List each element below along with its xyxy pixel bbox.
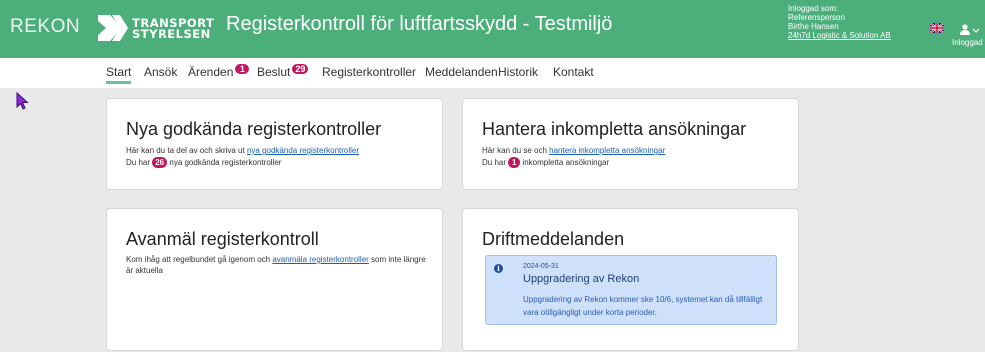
- nav-beslut-label: Beslut: [257, 65, 291, 79]
- app-title: Registerkontroll för luftfartsskydd - Te…: [226, 13, 613, 35]
- brand-name[interactable]: REKON: [10, 16, 80, 38]
- nav-historik[interactable]: Historik: [498, 65, 538, 79]
- user-role: Referensperson: [788, 13, 845, 22]
- incomplete-line2-pre: Du har: [482, 158, 509, 167]
- card-approved-title: Nya godkända registerkontroller: [126, 119, 382, 139]
- nav-start[interactable]: Start: [106, 65, 132, 84]
- nav-meddelanden[interactable]: Meddelanden: [425, 65, 498, 79]
- transportstyrelsen-logo[interactable]: TRANSPORT STYRELSEN: [98, 11, 228, 47]
- card-operations-title: Driftmeddelanden: [482, 229, 625, 249]
- uk-flag-icon[interactable]: [930, 23, 944, 33]
- approved-checks-link[interactable]: nya godkända registerkontroller: [247, 146, 359, 155]
- notice-title: Uppgradering av Rekon: [523, 273, 640, 285]
- incomplete-line1-text: Här kan du se och: [482, 146, 550, 155]
- operations-notice[interactable]: i 2024-05-31 Uppgradering av Rekon Uppgr…: [485, 255, 777, 325]
- card-incomplete-line1: Här kan du se och hantera inkompletta an…: [482, 145, 782, 156]
- main-nav: Start Ansök Ärenden 1 Beslut 29 Registerko…: [0, 58, 985, 88]
- approved-count-badge: 26: [152, 157, 168, 168]
- card-approved-checks: Nya godkända registerkontroller Här kan …: [106, 98, 443, 190]
- card-incomplete-line2: Du har 1 inkompletta ansökningar: [482, 157, 782, 168]
- approved-line2-post: nya godkända registerkontroller: [167, 158, 282, 167]
- nav-ansok[interactable]: Ansök: [144, 65, 177, 79]
- deregister-text-pre: Kom ihåg att regelbundet gå igenom och: [126, 255, 273, 264]
- incomplete-line2-post: inkompletta ansökningar: [520, 158, 610, 167]
- logo-chevron-icon: [98, 15, 128, 41]
- card-approved-line2: Du har 26 nya godkända registerkontrolle…: [126, 157, 426, 168]
- arenden-count-badge: 1: [235, 64, 250, 74]
- card-deregister-check: Avanmäl registerkontroll Kom ihåg att re…: [106, 208, 443, 351]
- card-incomplete-applications: Hantera inkompletta ansökningar Här kan …: [462, 98, 799, 190]
- nav-arenden[interactable]: Ärenden 1: [188, 64, 250, 79]
- nav-beslut[interactable]: Beslut 29: [257, 64, 309, 79]
- user-name: Birthe Hansen: [788, 22, 839, 31]
- notice-body: Uppgradering av Rekon kommer ske 10/6, s…: [523, 295, 763, 317]
- card-incomplete-title: Hantera inkompletta ansökningar: [482, 119, 747, 139]
- logo-line-2: STYRELSEN: [132, 27, 211, 41]
- logged-in-user: Inloggad som: Referensperson Birthe Hans…: [788, 4, 891, 40]
- notice-date: 2024-05-31: [523, 263, 559, 270]
- nav-kontakt[interactable]: Kontakt: [553, 65, 594, 79]
- incomplete-count-badge: 1: [508, 157, 521, 168]
- account-label[interactable]: Inloggad: [952, 38, 983, 47]
- mouse-pointer-icon: [16, 92, 29, 110]
- card-deregister-title: Avanmäl registerkontroll: [126, 229, 319, 249]
- user-company-link[interactable]: 24h7d Logistic & Solution AB: [788, 31, 891, 40]
- nav-registerkontroller[interactable]: Registerkontroller: [322, 65, 416, 79]
- card-deregister-text: Kom ihåg att regelbundet gå igenom och a…: [126, 254, 426, 276]
- logo-wordmark: TRANSPORT STYRELSEN: [132, 17, 214, 41]
- user-label: Inloggad som:: [788, 4, 839, 13]
- nav-arenden-label: Ärenden: [188, 65, 234, 79]
- approved-line2-pre: Du har: [126, 158, 153, 167]
- top-header: REKON TRANSPORT STYRELSEN Registerkontro…: [0, 0, 985, 58]
- info-icon: i: [494, 264, 503, 273]
- deregister-checks-link[interactable]: avanmäla registerkontroller: [272, 255, 369, 264]
- approved-line1-text: Här kan du ta del av och skriva ut: [126, 146, 247, 155]
- user-account-icon[interactable]: [960, 24, 982, 36]
- incomplete-applications-link[interactable]: hantera inkompletta ansökningar: [549, 146, 665, 155]
- card-approved-line1: Här kan du ta del av och skriva ut nya g…: [126, 145, 426, 156]
- beslut-count-badge: 29: [292, 64, 309, 74]
